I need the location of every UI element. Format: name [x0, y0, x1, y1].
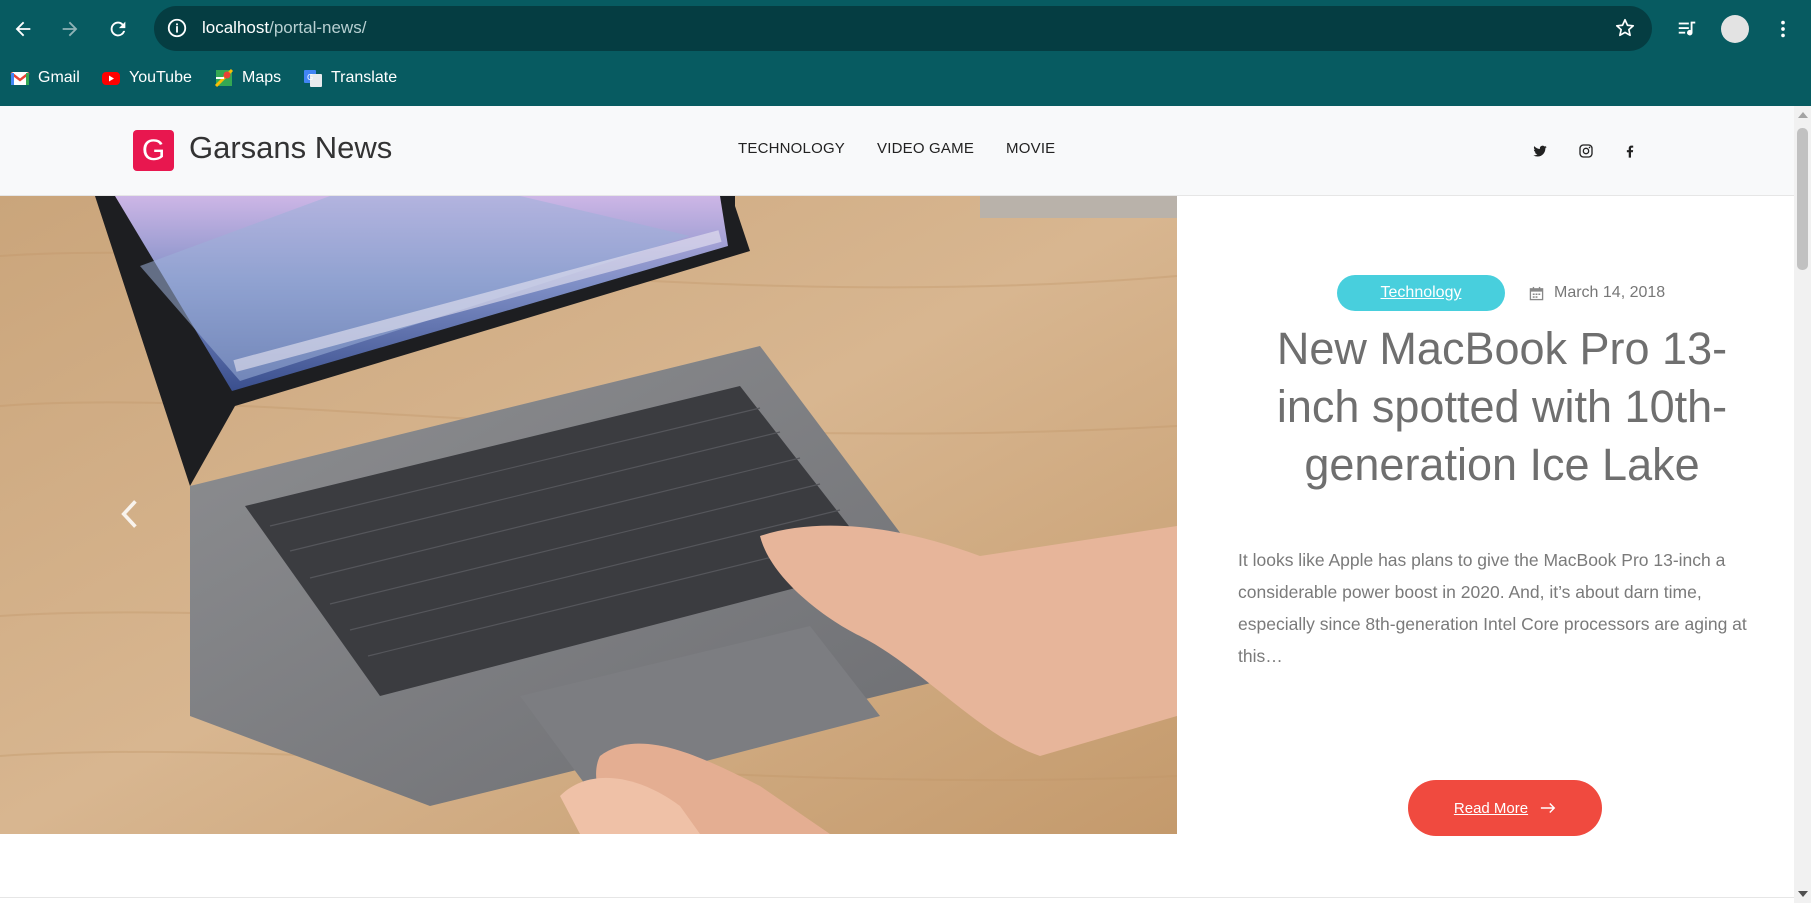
bookmark-youtube[interactable]: YouTube — [101, 66, 192, 90]
url-host: localhost — [202, 18, 270, 37]
post-date-text: March 14, 2018 — [1554, 284, 1666, 301]
site-name[interactable]: Garsans News — [189, 130, 392, 166]
url-path: /portal-news/ — [269, 18, 367, 37]
bookmark-maps[interactable]: Maps — [214, 66, 281, 90]
site-info-icon[interactable] — [164, 15, 190, 41]
post-excerpt: It looks like Apple has plans to give th… — [1238, 550, 1747, 666]
nav-item-technology[interactable]: TECHNOLOGY — [738, 140, 845, 157]
facebook-icon[interactable] — [1619, 140, 1641, 162]
hero-article: Technology March 14, 2018 New MacBook Pr… — [1177, 196, 1794, 836]
bookmark-star-icon[interactable] — [1612, 15, 1638, 41]
reload-button[interactable] — [101, 12, 135, 46]
profile-avatar[interactable] — [1718, 12, 1752, 46]
hero-image[interactable] — [0, 196, 1177, 834]
page-scrollbar[interactable] — [1794, 106, 1811, 903]
back-arrow-icon — [15, 21, 31, 37]
bookmark-label: YouTube — [129, 69, 192, 86]
bookmark-label: Maps — [242, 69, 282, 86]
read-more-button[interactable]: Read More — [1408, 780, 1602, 836]
main-nav: TECHNOLOGY VIDEO GAME MOVIE — [738, 140, 1055, 157]
laptop-photo — [0, 196, 1177, 834]
menu-kebab-icon[interactable] — [1766, 12, 1800, 46]
site-logo[interactable]: G — [133, 130, 174, 171]
translate-icon: G — [303, 68, 323, 88]
bookmark-label: Translate — [331, 69, 398, 86]
browser-chrome: localhost/portal-news/ Gmail YouTube Map… — [0, 0, 1811, 106]
scroll-down-icon[interactable] — [1798, 891, 1808, 897]
svg-text:G: G — [307, 73, 313, 82]
nav-item-movie[interactable]: MOVIE — [1006, 140, 1055, 157]
address-bar[interactable]: localhost/portal-news/ — [154, 6, 1652, 51]
bookmarks-bar: Gmail YouTube Maps G Translate — [0, 62, 1811, 94]
forward-button[interactable] — [53, 12, 87, 46]
nav-item-video-game[interactable]: VIDEO GAME — [877, 140, 974, 157]
scroll-up-icon[interactable] — [1798, 112, 1808, 118]
category-badge[interactable]: Technology — [1337, 275, 1505, 311]
chevron-left-icon — [121, 500, 137, 528]
twitter-icon[interactable] — [1529, 140, 1551, 162]
section-divider — [0, 897, 1794, 898]
avatar — [1721, 15, 1749, 43]
bookmark-translate[interactable]: G Translate — [303, 66, 397, 90]
arrow-right-icon — [1540, 803, 1556, 813]
bookmark-gmail[interactable]: Gmail — [10, 66, 80, 90]
scrollbar-thumb[interactable] — [1797, 128, 1808, 270]
page-viewport: G Garsans News TECHNOLOGY VIDEO GAME MOV… — [0, 106, 1811, 903]
instagram-icon[interactable] — [1575, 140, 1597, 162]
read-more-label: Read More — [1453, 799, 1529, 817]
gmail-icon — [10, 68, 30, 88]
forward-arrow-icon — [62, 21, 78, 37]
youtube-icon — [101, 68, 121, 88]
bookmark-label: Gmail — [38, 69, 80, 86]
back-button[interactable] — [6, 12, 40, 46]
post-date: March 14, 2018 — [1529, 284, 1665, 302]
url-text: localhost/portal-news/ — [202, 18, 366, 38]
media-control-icon[interactable] — [1670, 12, 1704, 46]
site-header: G Garsans News TECHNOLOGY VIDEO GAME MOV… — [0, 106, 1794, 196]
calendar-icon — [1529, 286, 1544, 300]
post-title[interactable]: New MacBook Pro 13-inch spotted with 10t… — [1237, 320, 1767, 494]
maps-icon — [214, 68, 234, 88]
browser-toolbar: localhost/portal-news/ — [0, 0, 1811, 58]
slider-prev-button[interactable] — [116, 494, 144, 534]
reload-icon — [110, 21, 126, 37]
